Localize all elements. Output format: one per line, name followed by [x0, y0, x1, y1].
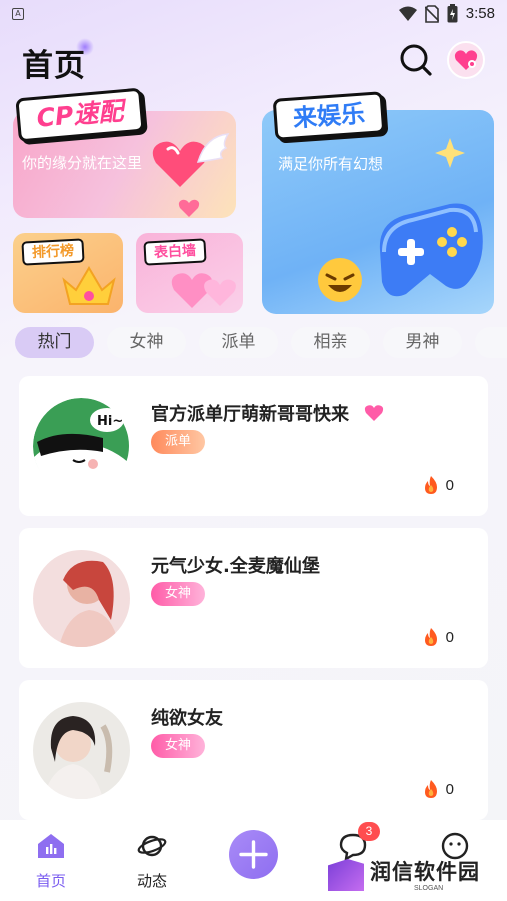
wifi-icon	[398, 6, 417, 21]
star-sparkle-icon	[435, 138, 465, 168]
entertainment-subtitle: 满足你所有幻想	[278, 155, 384, 173]
tab-god[interactable]: 男神	[383, 327, 462, 358]
status-bar: A 3:58	[0, 0, 507, 30]
message-badge: 3	[358, 822, 380, 841]
girl-portrait-avatar	[33, 550, 130, 647]
heart-emoji-icon	[364, 405, 384, 421]
room-card[interactable]: 纯欲女友 女神 0	[19, 680, 488, 820]
crown-icon	[62, 266, 116, 305]
cp-match-subtitle: 你的缘分就在这里	[22, 154, 143, 172]
room-tag: 派单	[151, 430, 205, 454]
laughing-emoji-icon	[318, 258, 362, 302]
search-button[interactable]	[398, 42, 434, 78]
fire-icon	[424, 476, 437, 494]
small-heart-icon	[178, 199, 200, 217]
no-sim-icon	[424, 4, 439, 23]
watermark-text: 润信软件园	[370, 860, 480, 884]
room-card[interactable]: Hi~ 官方派单厅萌新哥哥快来 派单 0	[19, 376, 488, 516]
status-icons: 3:58	[398, 4, 495, 23]
tab-order[interactable]: 派单	[199, 327, 278, 358]
watermark: 润信软件园 SLOGAN	[328, 856, 498, 896]
watermark-logo-icon	[328, 859, 364, 891]
wing-icon	[196, 133, 230, 163]
room-heat: 0	[422, 627, 454, 647]
nav-home-label: 首页	[35, 872, 66, 890]
room-heat-value: 0	[445, 476, 454, 494]
my-room-button[interactable]	[447, 41, 485, 79]
heart-home-icon	[454, 50, 478, 70]
nav-moments[interactable]: 动态	[117, 832, 187, 891]
hi-mascot-avatar: Hi~	[33, 398, 130, 495]
fire-icon	[424, 780, 437, 798]
room-avatar	[33, 550, 130, 647]
hearts-icon	[171, 273, 236, 308]
plus-icon	[239, 840, 268, 869]
create-button[interactable]	[229, 830, 278, 879]
room-tag: 女神	[151, 582, 205, 606]
page-title: 首页	[22, 48, 86, 84]
room-heat-value: 0	[445, 780, 454, 798]
tab-more[interactable]	[475, 327, 507, 358]
category-tabs: 热门 女神 派单 相亲 男神	[15, 327, 507, 359]
planet-icon	[137, 835, 167, 857]
battery-icon	[447, 4, 458, 23]
fire-icon	[424, 628, 437, 646]
room-card[interactable]: 元气少女.全麦魔仙堡 女神 0	[19, 528, 488, 668]
home-icon	[38, 834, 64, 858]
nav-moments-label: 动态	[136, 872, 167, 890]
entertainment-title: 来娱乐	[272, 91, 386, 141]
room-avatar: Hi~	[33, 398, 130, 495]
girl-portrait-avatar	[33, 702, 130, 799]
nav-home[interactable]: 首页	[16, 832, 86, 891]
tab-goddess[interactable]: 女神	[107, 327, 186, 358]
tab-hot[interactable]: 热门	[15, 327, 94, 358]
room-name: 纯欲女友	[151, 708, 223, 729]
room-avatar	[33, 702, 130, 799]
room-heat: 0	[422, 475, 454, 495]
room-heat-value: 0	[445, 628, 454, 646]
room-name: 元气少女.全麦魔仙堡	[151, 556, 320, 577]
watermark-slogan: SLOGAN	[414, 885, 444, 892]
room-heat: 0	[422, 779, 454, 799]
svg-text:Hi~: Hi~	[97, 414, 123, 429]
gamepad-icon	[379, 203, 483, 297]
status-time: 3:58	[465, 5, 495, 22]
room-tag: 女神	[151, 734, 205, 758]
search-icon	[400, 44, 432, 76]
tab-dating[interactable]: 相亲	[291, 327, 370, 358]
app-notification-icon: A	[12, 8, 24, 20]
room-name: 官方派单厅萌新哥哥快来	[151, 404, 349, 425]
